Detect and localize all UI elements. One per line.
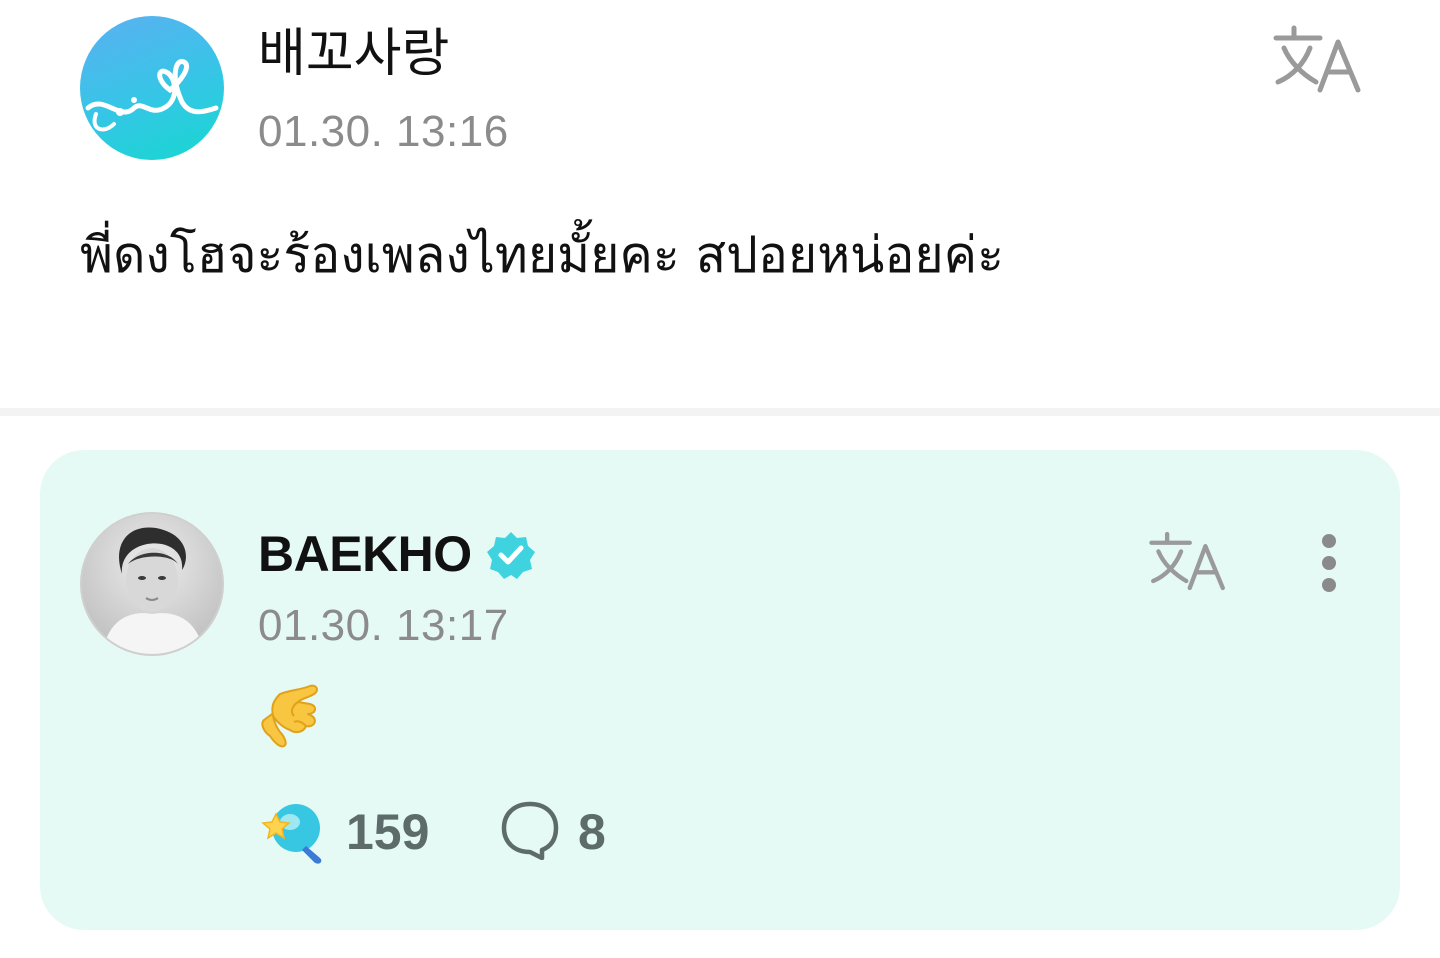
translate-icon[interactable]: [1272, 24, 1364, 94]
heart-string-logo-icon: [85, 59, 219, 132]
reply-body: [260, 680, 324, 752]
comment-icon[interactable]: [500, 800, 560, 860]
like-count: 159: [346, 804, 430, 860]
like-lightstick-icon[interactable]: [260, 800, 326, 864]
artist-photo: [82, 514, 222, 654]
fan-avatar[interactable]: [80, 16, 224, 160]
reply-timestamp: 01.30. 13:17: [258, 601, 509, 650]
call-me-hand-emoji-icon: [261, 684, 318, 748]
section-divider: [0, 408, 1440, 416]
artist-avatar[interactable]: [80, 512, 224, 656]
verified-badge-icon: [487, 532, 535, 579]
fan-post-body: พี่ดงโฮจะร้องเพลงไทยมั้ยคะ สปอยหน่อยค่ะ: [80, 226, 1004, 284]
more-vertical-icon[interactable]: [1310, 530, 1348, 596]
comment-count: 8: [578, 804, 606, 860]
community-thread: 배꼬사랑 01.30. 13:16 พี่ดงโฮจะร้องเพลงไทยมั…: [0, 0, 1440, 958]
artist-name[interactable]: BAEKHO: [258, 522, 472, 586]
fan-author-name[interactable]: 배꼬사랑: [258, 22, 449, 86]
translate-icon[interactable]: [1148, 530, 1228, 592]
artist-reply-card: BAEKHO 01.30. 13:17 159 8: [40, 450, 1400, 930]
fan-post-timestamp: 01.30. 13:16: [258, 107, 509, 156]
fan-post: 배꼬사랑 01.30. 13:16 พี่ดงโฮจะร้องเพลงไทยมั…: [0, 0, 1440, 408]
